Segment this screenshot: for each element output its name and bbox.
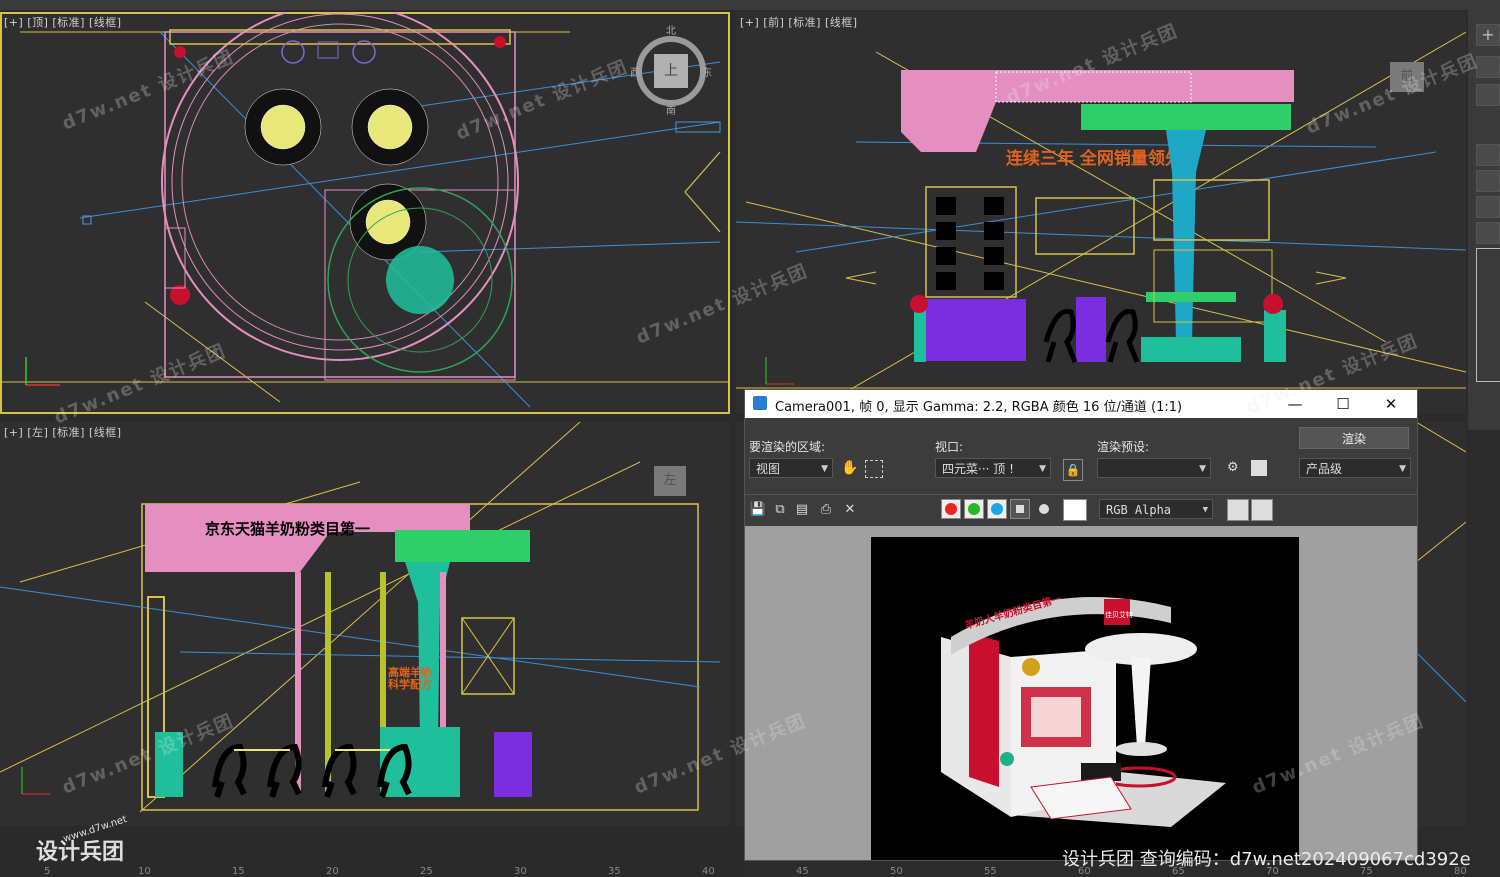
blue-channel-toggle[interactable] (987, 499, 1007, 519)
channel-display-dropdown[interactable]: RGB Alpha ▼ (1099, 499, 1213, 519)
environment-icon[interactable] (1251, 460, 1267, 476)
left-view-wireframe: 京东天猫羊奶粉类目第一 高端羊奶 科学配方 (0, 422, 721, 813)
front-sign-text: 连续三年 全网销量领先 (1006, 148, 1182, 169)
top-view-wireframe (0, 12, 730, 408)
command-panel-button-3[interactable] (1476, 84, 1500, 106)
compass-east: 东 (702, 68, 712, 79)
alpha-channel-toggle[interactable] (1010, 499, 1030, 519)
maximize-icon[interactable]: ☐ (1331, 394, 1355, 414)
viewport-top-label[interactable]: [+] [顶] [标准] [线框] (4, 14, 122, 30)
viewport-left-label[interactable]: [+] [左] [标准] [线框] (4, 424, 122, 440)
table-group (244, 88, 429, 261)
save-image-icon[interactable]: 💾 (749, 502, 767, 518)
viewport-front-label[interactable]: [+] [前] [标准] [线框] (740, 14, 858, 30)
command-panel-button-7[interactable] (1476, 222, 1500, 244)
viewcube-front[interactable]: 前 (1390, 62, 1424, 92)
render-button[interactable]: 渲染 (1299, 427, 1409, 449)
rendered-booth: 羊奶人羊奶粉类目第一 佳贝艾特 (941, 592, 1226, 827)
timeline-tick-label: 20 (326, 866, 339, 877)
command-panel-button-6[interactable] (1476, 196, 1500, 218)
left-wall-text-2: 科学配方 (388, 677, 432, 691)
render-frame-window[interactable]: Camera001, 帧 0, 显示 Gamma: 2.2, RGBA 颜色 1… (744, 389, 1418, 861)
lock-icon[interactable]: 🔒 (1063, 459, 1083, 481)
render-canvas: 羊奶人羊奶粉类目第一 佳贝艾特 (745, 526, 1417, 860)
timeline-tick-label: 5 (44, 866, 51, 877)
clone-window-icon[interactable]: ▤ (793, 502, 811, 518)
command-panel-button-4[interactable] (1476, 144, 1500, 166)
timeline-tick-label: 35 (608, 866, 621, 877)
command-panel-button-5[interactable] (1476, 170, 1500, 192)
chevron-down-icon: ▼ (1399, 464, 1406, 474)
render-badge-text: 佳贝艾特 (1105, 610, 1133, 619)
render-window-title: Camera001, 帧 0, 显示 Gamma: 2.2, RGBA 颜色 1… (775, 400, 1183, 415)
viewport-dropdown[interactable]: 四元菜··· 顶 ! ▼ (935, 458, 1051, 478)
toggle-ui-icon[interactable] (1251, 499, 1273, 521)
timeline-tick-label: 55 (984, 866, 997, 877)
clear-icon[interactable]: ✕ (841, 502, 859, 518)
timeline-tick-label: 40 (702, 866, 715, 877)
background-swatch[interactable] (1063, 499, 1087, 521)
compass-south: 南 (666, 106, 676, 117)
viewcube-left[interactable]: 左 (654, 466, 686, 496)
left-wall-text-1: 高端羊奶 (388, 665, 432, 679)
viewport-front[interactable]: [+] [前] [标准] [线框] 连续三年 全网销量领先 前 (736, 12, 1466, 414)
rendered-image: 羊奶人羊奶粉类目第一 佳贝艾特 (871, 537, 1299, 860)
top-toolbar-strip (0, 0, 1500, 10)
green-channel-toggle[interactable] (964, 499, 984, 519)
logo-text: 设计兵团 (36, 840, 125, 865)
timeline-tick-label: 50 (890, 866, 903, 877)
copy-image-icon[interactable]: ⧉ (771, 502, 789, 518)
render-area-label: 要渲染的区域: (749, 440, 826, 454)
command-panel-list[interactable] (1476, 248, 1500, 382)
create-plus-button[interactable]: + (1476, 24, 1500, 46)
timeline-tick-label: 25 (420, 866, 433, 877)
app-icon (753, 396, 767, 410)
minimize-icon[interactable]: — (1283, 394, 1307, 414)
close-icon[interactable]: ✕ (1379, 394, 1403, 414)
mono-channel-icon[interactable] (1039, 504, 1049, 514)
print-icon[interactable]: ⎙ (817, 502, 835, 518)
chevron-down-icon: ▼ (821, 464, 828, 474)
render-preset-dropdown[interactable]: ▼ (1097, 458, 1211, 478)
red-channel-toggle[interactable] (941, 499, 961, 519)
timeline-tick-label: 15 (232, 866, 245, 877)
render-preset-label: 渲染预设: (1097, 440, 1150, 454)
viewcube-top[interactable]: 上 北 南 西 东 (630, 26, 712, 117)
viewcube-top-face[interactable]: 上 (654, 54, 688, 88)
chevron-down-icon: ▼ (1039, 464, 1046, 474)
site-logo: www.d7w.net 设计兵团 (36, 814, 128, 866)
viewport-left[interactable]: [+] [左] [标准] [线框] 京东天猫羊奶粉类目第一 高端羊奶 科学配方 (0, 422, 730, 826)
pan-hand-icon[interactable]: ✋ (841, 460, 859, 478)
toggle-ui-overlay-icon[interactable] (1227, 499, 1249, 521)
timeline-tick-label: 30 (514, 866, 527, 877)
left-banner-text: 京东天猫羊奶粉类目第一 (205, 520, 370, 538)
timeline-tick-label: 10 (138, 866, 151, 877)
compass-west: 西 (630, 68, 640, 79)
render-area-dropdown[interactable]: 视图 ▼ (749, 458, 833, 478)
compass-north: 北 (666, 26, 676, 37)
chevron-down-icon: ▼ (1199, 464, 1206, 474)
render-setup-icon[interactable]: ⚙ (1227, 460, 1245, 478)
viewport-label: 视口: (935, 440, 964, 454)
front-view-wireframe: 连续三年 全网销量领先 (736, 31, 1466, 393)
command-panel: + (1468, 10, 1500, 430)
bottom-watermark-text: 设计兵团 查询编码：d7w.net202409067cd392e (1062, 849, 1471, 870)
timeline-tick-label: 45 (796, 866, 809, 877)
region-select-icon[interactable] (865, 460, 883, 478)
render-quality-dropdown[interactable]: 产品级 ▼ (1299, 458, 1411, 478)
chevron-down-icon: ▼ (1202, 505, 1208, 515)
viewport-top[interactable]: [+] [顶] [标准] [线框] 上 北 南 西 东 (0, 12, 730, 414)
render-window-titlebar[interactable]: Camera001, 帧 0, 显示 Gamma: 2.2, RGBA 颜色 1… (745, 390, 1417, 418)
command-panel-button-2[interactable] (1476, 56, 1500, 78)
